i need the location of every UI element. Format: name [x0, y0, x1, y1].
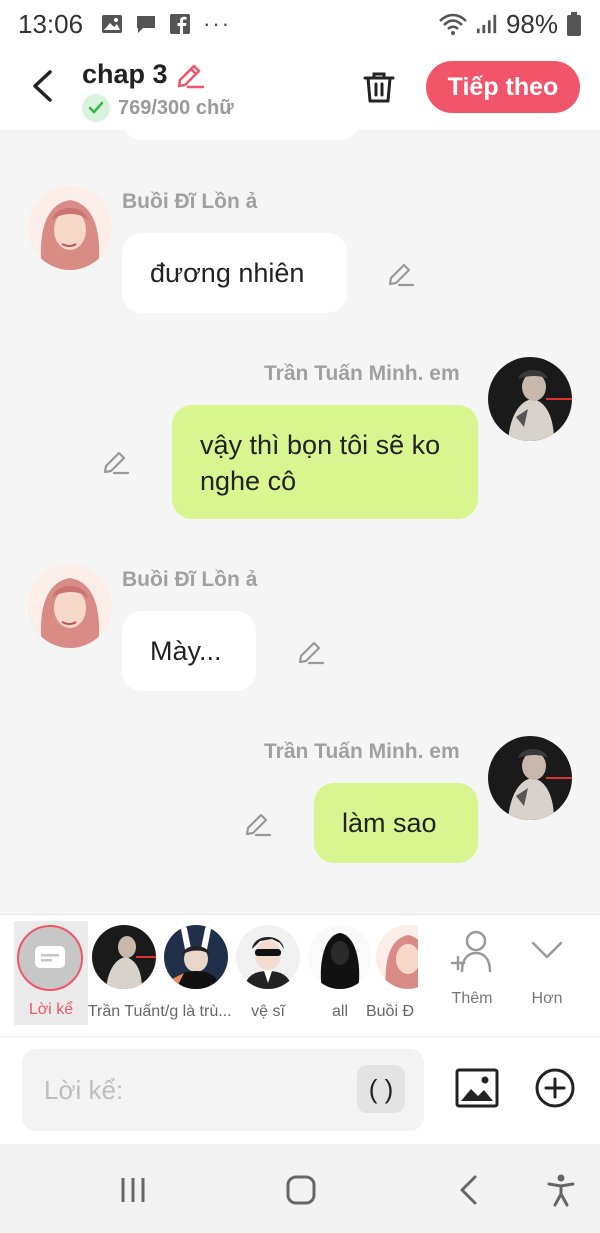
composer: Lời kể: ( ) [0, 1036, 600, 1144]
recents-icon [121, 1178, 145, 1202]
more-notifications: ··· [203, 11, 232, 36]
accessibility-icon [547, 1174, 575, 1207]
edit-message-icon[interactable] [386, 258, 416, 288]
message-bubble[interactable]: làm sao [314, 783, 478, 863]
character-label: t/g là trù... [160, 1003, 232, 1020]
home-icon [286, 1175, 316, 1205]
character-avatar [164, 925, 228, 989]
character-label: vệ sĩ [251, 1003, 285, 1020]
next-button[interactable]: Tiếp theo [426, 61, 580, 113]
character-option[interactable]: vệ sĩ [230, 925, 306, 1021]
delete-button[interactable] [358, 66, 400, 108]
sender-name: Buồi Đĩ Lồn ả [122, 568, 258, 591]
word-count: 769/300 chữ [118, 96, 234, 119]
message-icon [135, 13, 157, 35]
add-character-label: Thêm [451, 990, 493, 1007]
message-icon [35, 946, 65, 968]
character-avatar [92, 925, 156, 989]
home-button[interactable] [281, 1172, 321, 1208]
avatar-buoi[interactable] [28, 186, 112, 270]
edit-message-icon[interactable] [296, 636, 326, 666]
add-button[interactable] [534, 1067, 576, 1109]
more-characters-button[interactable]: Hơn [512, 929, 582, 1008]
chevron-left-icon [33, 70, 52, 102]
character-label: Trần Tuấn [87, 1003, 161, 1020]
editor-header: chap 3 769/300 chữ Tiếp theo [0, 48, 600, 130]
chevron-left-icon [460, 1175, 477, 1205]
add-character-button[interactable]: Thêm [437, 929, 507, 1008]
avatar-buoi[interactable] [28, 564, 112, 648]
back-button[interactable] [22, 66, 62, 106]
character-avatar [376, 925, 418, 989]
gallery-icon [101, 13, 123, 35]
status-bar: 13:06 ··· 98% [0, 0, 600, 48]
add-user-icon [450, 930, 492, 973]
message-bubble[interactable]: vậy thì bọn tôi sẽ ko nghe cô [172, 405, 478, 519]
facebook-icon [169, 13, 191, 35]
edit-message-icon[interactable] [243, 808, 273, 838]
message-bubble[interactable]: Mày... [122, 611, 256, 691]
notification-icons: ··· [101, 11, 231, 37]
accessibility-button[interactable] [541, 1172, 581, 1208]
battery-level: 98% [505, 8, 558, 39]
system-navigation [0, 1144, 600, 1233]
character-label: Buồi Đ [365, 1003, 415, 1020]
character-selector: Lời kể Trần Tuấn t/g là trù... vệ sĩ all… [0, 914, 600, 1036]
signal-icon [476, 13, 498, 35]
insert-image-button[interactable] [454, 1065, 500, 1111]
character-option[interactable]: t/g là trù... [158, 925, 234, 1021]
system-back-button[interactable] [449, 1172, 489, 1208]
narrator-button[interactable] [17, 925, 83, 991]
sender-name: Buồi Đĩ Lồn ả [122, 190, 258, 213]
edit-title-icon[interactable] [174, 58, 206, 90]
avatar-tran-tuan-minh[interactable] [488, 357, 572, 441]
chevron-down-icon [531, 941, 563, 959]
more-characters-label: Hơn [531, 990, 563, 1007]
recent-apps-button[interactable] [113, 1172, 153, 1208]
image-icon [455, 1068, 499, 1108]
avatar-tran-tuan-minh[interactable] [488, 736, 572, 820]
battery-icon [566, 12, 582, 36]
parentheses-button[interactable]: ( ) [357, 1065, 405, 1113]
sender-name: Trần Tuấn Minh. em [264, 740, 460, 763]
check-icon [82, 94, 110, 122]
message-bubble[interactable]: đương nhiên [122, 233, 347, 313]
previous-bubble [122, 130, 360, 140]
chapter-info: chap 3 769/300 chữ [82, 58, 234, 122]
wifi-icon [438, 13, 468, 35]
chapter-title: chap 3 [82, 58, 168, 89]
edit-message-icon[interactable] [101, 446, 131, 476]
trash-icon [363, 72, 395, 103]
character-option[interactable]: Trần Tuấn [86, 925, 162, 1021]
narrator-label: Lời kể [28, 1001, 74, 1018]
character-avatar [236, 925, 300, 989]
chat-area[interactable]: Buồi Đĩ Lồn ả đương nhiên Trần Tuấn Minh… [0, 130, 600, 914]
character-option[interactable]: Buồi Đ [362, 925, 418, 1021]
sender-name: Trần Tuấn Minh. em [264, 362, 460, 385]
status-time: 13:06 [18, 8, 84, 39]
plus-circle-icon [535, 1068, 575, 1108]
